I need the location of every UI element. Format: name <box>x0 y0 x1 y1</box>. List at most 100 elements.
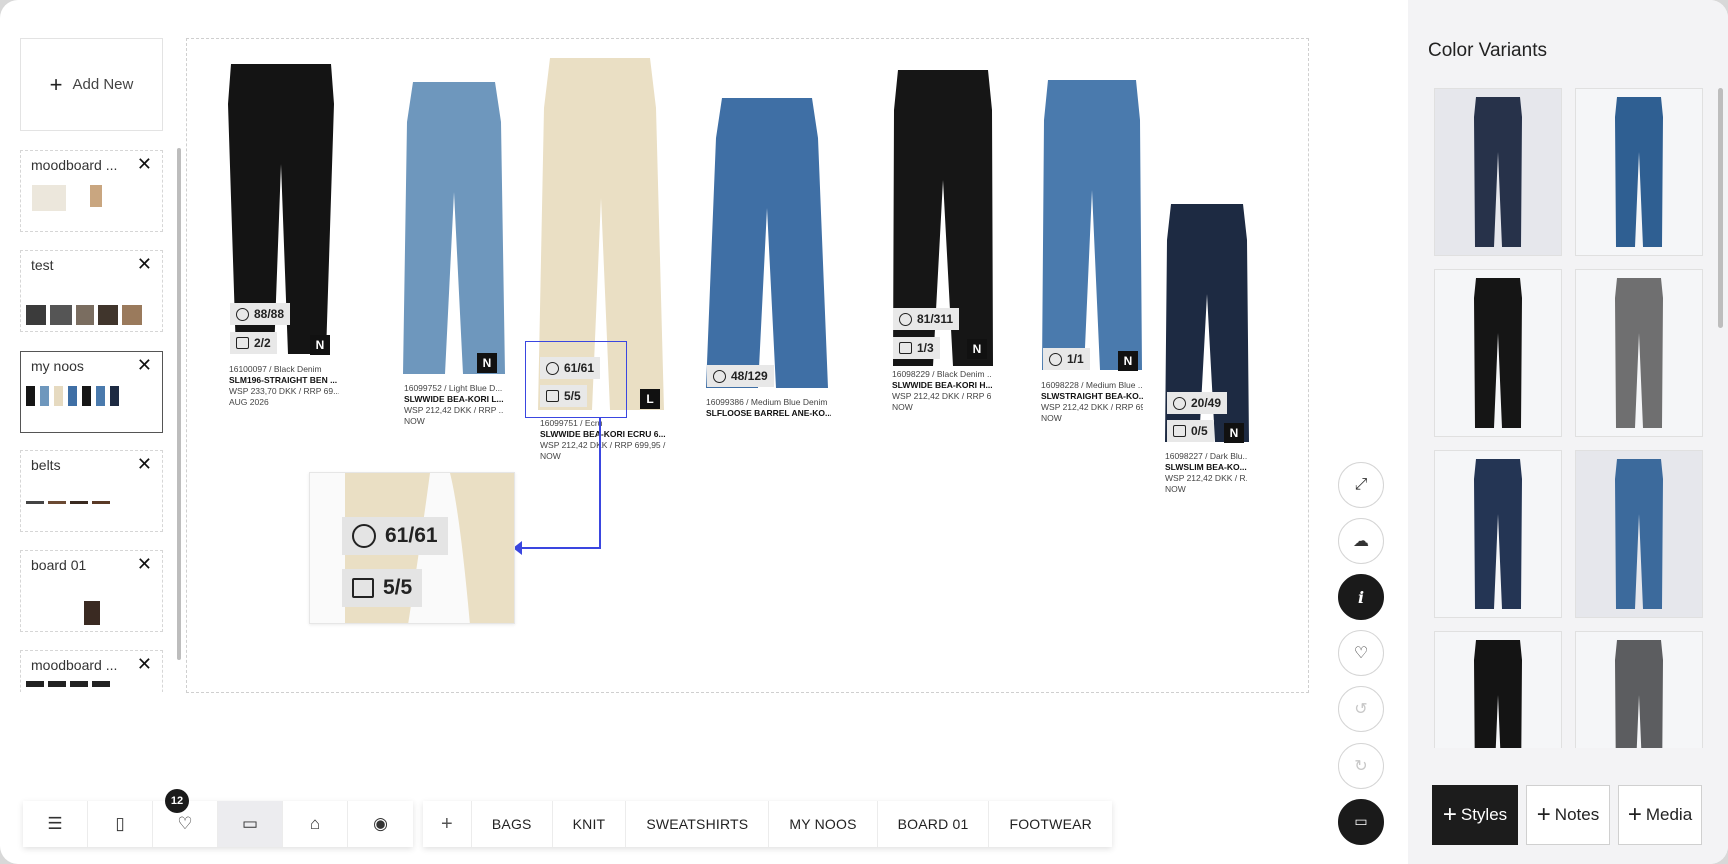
undo-icon[interactable]: ↺ <box>1338 686 1384 732</box>
stock-value: 81/311 <box>917 312 954 326</box>
product-price: WSP 212,42 DKK / RRP ... <box>404 405 504 415</box>
jeans-image <box>1474 640 1522 748</box>
board-card[interactable]: belts ✕ <box>20 450 163 532</box>
jeans-shape <box>706 98 828 388</box>
jeans-shape <box>1615 459 1663 609</box>
variant-thumbnail[interactable] <box>1575 631 1703 748</box>
product-price: WSP 233,70 DKK / RRP 69... <box>229 386 339 396</box>
box-icon <box>899 342 912 354</box>
board-title: moodboard ... <box>31 657 118 673</box>
product-badge: L <box>640 389 660 409</box>
variant-thumbnail[interactable] <box>1575 450 1703 618</box>
board-card[interactable]: board 01 ✕ <box>20 550 163 632</box>
info-icon[interactable]: i <box>1338 574 1384 620</box>
product-number: 16099386 / Medium Blue Denim <box>706 397 828 407</box>
product-delivery: NOW <box>1165 484 1186 494</box>
button-label: Media <box>1645 805 1693 824</box>
tab-knit[interactable]: KNIT <box>553 801 627 847</box>
stock-value: 88/88 <box>254 307 285 321</box>
add-styles-button[interactable]: + Styles <box>1432 785 1518 845</box>
present-icon[interactable]: ▭ <box>1338 799 1384 845</box>
close-icon[interactable]: ✕ <box>137 555 152 573</box>
box-tag: 1/3 <box>893 337 940 359</box>
eye-icon[interactable]: ◉ <box>348 801 413 847</box>
add-notes-button[interactable]: + Notes <box>1526 785 1610 845</box>
notebook-icon[interactable]: ▯ <box>88 801 153 847</box>
product-number: 16099751 / Ecru <box>540 418 603 428</box>
zoom-selection-box[interactable] <box>525 341 627 418</box>
product-meta: 16098228 / Medium Blue ... SLWSTRAIGHT B… <box>1041 380 1143 424</box>
stock-value: 48/129 <box>731 369 768 383</box>
zoom-panel: 61/61 5/5 <box>309 472 515 624</box>
product-number: 16098228 / Medium Blue ... <box>1041 380 1143 390</box>
tab-my-noos[interactable]: MY NOOS <box>769 801 878 847</box>
zoom-box-value: 5/5 <box>383 576 413 599</box>
jeans-shape <box>1474 640 1522 748</box>
bag-icon[interactable]: ⌂ <box>283 801 348 847</box>
variant-thumbnail[interactable] <box>1575 269 1703 437</box>
add-new-board-button[interactable]: + Add New <box>20 38 163 131</box>
product-number: 16098229 / Black Denim ... <box>892 369 992 379</box>
board-card-active[interactable]: my noos ✕ <box>20 351 163 433</box>
variant-thumbnail[interactable] <box>1434 88 1562 256</box>
monitor-icon[interactable]: ▭ <box>218 801 283 847</box>
add-media-button[interactable]: + Media <box>1618 785 1702 845</box>
variant-thumbnail[interactable] <box>1434 631 1562 748</box>
jeans-shape <box>1474 278 1522 428</box>
close-icon[interactable]: ✕ <box>137 356 152 374</box>
jeans-image <box>706 98 828 388</box>
tab-sweatshirts[interactable]: SWEATSHIRTS <box>626 801 770 847</box>
upload-cloud-icon[interactable]: ☁ <box>1338 518 1384 564</box>
product-meta: 16099386 / Medium Blue Denim SLFLOOSE BA… <box>706 397 831 419</box>
close-icon[interactable]: ✕ <box>137 655 152 673</box>
menu-icon[interactable]: ☰ <box>23 801 88 847</box>
board-thumbnails <box>26 279 157 325</box>
box-value: 0/5 <box>1191 424 1208 438</box>
sidebar-scrollbar[interactable] <box>177 148 181 660</box>
box-tag: 2/2 <box>230 332 277 354</box>
product-price: WSP 212,42 DKK / R... <box>1165 473 1247 483</box>
variant-thumbnail[interactable] <box>1434 450 1562 618</box>
jeans-shape <box>1615 97 1663 247</box>
product-meta: 16099752 / Light Blue D... SLWWIDE BEA-K… <box>404 383 504 427</box>
product-delivery: NOW <box>540 451 561 461</box>
product-badge: N <box>1118 351 1138 371</box>
tab-board-01[interactable]: BOARD 01 <box>878 801 990 847</box>
board-card[interactable]: moodboard ... ✕ <box>20 150 163 232</box>
panel-title: Color Variants <box>1428 40 1547 61</box>
board-card[interactable]: test ✕ <box>20 250 163 332</box>
box-icon <box>1173 425 1186 437</box>
jeans-image <box>1474 459 1522 609</box>
variants-scrollbar[interactable] <box>1718 88 1723 328</box>
redo-icon[interactable]: ↻ <box>1338 743 1384 789</box>
variant-thumbnail[interactable] <box>1434 269 1562 437</box>
tab-footwear[interactable]: FOOTWEAR <box>989 801 1111 847</box>
check-circle-icon <box>236 307 249 321</box>
close-icon[interactable]: ✕ <box>137 255 152 273</box>
jeans-image <box>403 82 505 374</box>
add-tab-button[interactable]: + <box>423 801 472 847</box>
board-card[interactable]: moodboard ... ✕ <box>20 650 163 692</box>
button-label: Notes <box>1554 805 1600 824</box>
close-icon[interactable]: ✕ <box>137 455 152 473</box>
stock-value: 20/49 <box>1191 396 1222 410</box>
tab-bags[interactable]: BAGS <box>472 801 553 847</box>
plus-icon: + <box>49 71 63 97</box>
product-price: WSP 212,42 DKK / RRP 699,95 / ... <box>540 440 666 450</box>
check-circle-icon <box>713 369 726 383</box>
product-price: WSP 212,42 DKK / RRP 69... <box>1041 402 1143 412</box>
expand-icon[interactable]: ⤢ <box>1338 462 1384 508</box>
check-circle-icon <box>1049 352 1062 366</box>
jeans-shape <box>1615 278 1663 428</box>
product-badge: N <box>477 353 497 373</box>
product-delivery: NOW <box>404 416 425 426</box>
jeans-shape <box>403 82 505 374</box>
stock-tag: 20/49 <box>1167 392 1228 414</box>
variant-thumbnail[interactable] <box>1575 88 1703 256</box>
product-delivery: NOW <box>1041 413 1062 423</box>
close-icon[interactable]: ✕ <box>137 155 152 173</box>
plus-icon: + <box>1627 801 1642 828</box>
product-name: SLWSLIM BEA-KO... <box>1165 462 1247 472</box>
heart-icon[interactable]: ♡ <box>1338 630 1384 676</box>
plus-icon: + <box>1536 801 1551 828</box>
